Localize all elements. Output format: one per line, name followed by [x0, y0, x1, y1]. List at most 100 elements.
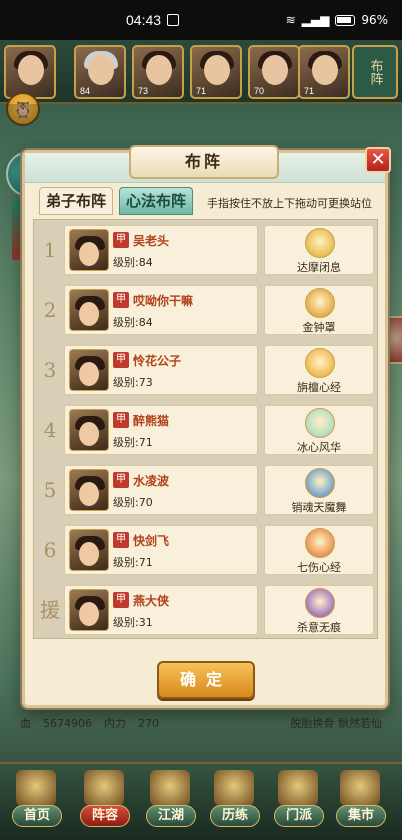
dialog-title: 布阵 — [129, 145, 279, 179]
grade-badge: 甲 — [113, 412, 129, 428]
hero-card[interactable]: 甲 醉熊猫 级别:71 — [64, 405, 258, 455]
lineup-icon[interactable] — [84, 770, 124, 806]
notification-icon — [167, 14, 180, 26]
skill-icon — [305, 588, 335, 618]
hero-slot[interactable]: 71 — [190, 45, 242, 99]
formation-row[interactable]: 6 甲 快剑飞 级别:71 七伤心经 — [36, 523, 376, 577]
hero-portrait — [69, 469, 109, 511]
level-value: 31 — [138, 616, 153, 629]
formation-row[interactable]: 援 甲 燕大侠 级别:31 杀意无痕 — [36, 583, 376, 637]
hero-level: 71 — [196, 86, 207, 96]
skill-card[interactable]: 七伤心经 — [264, 525, 374, 575]
hero-level: 级别:71 — [113, 434, 153, 450]
skill-name: 冰心风华 — [297, 441, 341, 454]
hero-portrait — [69, 289, 109, 331]
hero-slot[interactable]: 73 — [132, 45, 184, 99]
hero-name: 怜花公子 — [133, 354, 182, 368]
home-icon[interactable] — [16, 770, 56, 806]
position-number: 援 — [40, 598, 60, 622]
nav-jianghu[interactable]: 江湖 — [146, 805, 196, 827]
skill-icon — [305, 408, 335, 438]
hero-level: 84 — [80, 86, 91, 96]
hero-portrait — [312, 55, 338, 85]
hero-card[interactable]: 甲 吴老头 级别:84 — [64, 225, 258, 275]
skill-card[interactable]: 金钟罩 — [264, 285, 374, 335]
battery-percent: 96% — [361, 13, 388, 27]
formation-row[interactable]: 5 甲 水凌波 级别:70 销魂天魔舞 — [36, 463, 376, 517]
nav-sect[interactable]: 门派 — [274, 805, 324, 827]
hero-name: 燕大侠 — [133, 594, 170, 608]
hero-slot[interactable]: 70 — [248, 45, 300, 99]
level-prefix: 级别: — [113, 316, 139, 329]
skill-card[interactable]: 旃檀心经 — [264, 345, 374, 395]
wifi-icon: ≋ — [285, 13, 296, 27]
hero-portrait — [204, 55, 230, 85]
hero-level: 级别:31 — [113, 614, 153, 630]
hero-portrait — [69, 589, 109, 631]
formation-list: 1 甲 吴老头 级别:84 达摩闭息 2 甲 哎呦你干嘛 级别:84 金钟罩 3… — [33, 219, 378, 639]
grade-badge: 甲 — [113, 352, 129, 368]
sect-icon[interactable] — [278, 770, 318, 806]
market-icon[interactable] — [340, 770, 380, 806]
skill-name: 七伤心经 — [297, 561, 341, 574]
drag-hint: 手指按住不放上下拖动可更换站位 — [207, 197, 372, 210]
level-prefix: 级别: — [113, 496, 139, 509]
formation-dialog: 布阵 ✕ 弟子布阵 心法布阵 手指按住不放上下拖动可更换站位 1 甲 吴老头 级… — [22, 145, 391, 708]
signal-icon: ▂▄▆ — [301, 13, 330, 27]
hero-name: 水凌波 — [133, 474, 170, 488]
hero-level: 71 — [304, 86, 315, 96]
skill-name: 杀意无痕 — [297, 621, 341, 634]
position-number: 3 — [43, 358, 57, 382]
hero-portrait — [69, 409, 109, 451]
hero-card[interactable]: 甲 快剑飞 级别:71 — [64, 525, 258, 575]
hero-level: 级别:70 — [113, 494, 153, 510]
hero-level: 级别:84 — [113, 254, 153, 270]
hero-slot[interactable]: 71 — [298, 45, 350, 99]
grade-badge: 甲 — [113, 472, 129, 488]
position-number: 2 — [43, 298, 57, 322]
hero-card[interactable]: 甲 怜花公子 级别:73 — [64, 345, 258, 395]
tab-heart-method-formation[interactable]: 心法布阵 — [119, 187, 193, 215]
hero-card[interactable]: 甲 燕大侠 级别:31 — [64, 585, 258, 635]
close-button[interactable]: ✕ — [365, 147, 391, 173]
jianghu-icon[interactable] — [150, 770, 190, 806]
hero-portrait — [69, 529, 109, 571]
skill-card[interactable]: 销魂天魔舞 — [264, 465, 374, 515]
skill-icon — [305, 528, 335, 558]
hero-name: 吴老头 — [133, 234, 170, 248]
status-icons: ≋ ▂▄▆ 96% — [286, 13, 388, 27]
hero-slot[interactable]: 84 — [74, 45, 126, 99]
formation-row[interactable]: 3 甲 怜花公子 级别:73 旃檀心经 — [36, 343, 376, 397]
formation-row[interactable]: 1 甲 吴老头 级别:84 达摩闭息 — [36, 223, 376, 277]
nav-home[interactable]: 首页 — [12, 805, 62, 827]
hero-level: 73 — [138, 86, 149, 96]
level-value: 84 — [138, 316, 153, 329]
nav-market[interactable]: 集市 — [336, 805, 386, 827]
hero-portrait — [88, 55, 114, 85]
level-prefix: 级别: — [113, 616, 139, 629]
grade-badge: 甲 — [113, 532, 129, 548]
formation-row[interactable]: 2 甲 哎呦你干嘛 级别:84 金钟罩 — [36, 283, 376, 337]
nav-lineup[interactable]: 阵容 — [80, 805, 130, 827]
skill-icon — [305, 468, 335, 498]
skill-card[interactable]: 杀意无痕 — [264, 585, 374, 635]
hero-name: 快剑飞 — [133, 534, 170, 548]
hero-card[interactable]: 甲 哎呦你干嘛 级别:84 — [64, 285, 258, 335]
hero-slot[interactable] — [4, 45, 56, 99]
level-value: 73 — [138, 376, 153, 389]
formation-row[interactable]: 4 甲 醉熊猫 级别:71 冰心风华 — [36, 403, 376, 457]
nav-training[interactable]: 历练 — [210, 805, 260, 827]
hero-card[interactable]: 甲 水凌波 级别:70 — [64, 465, 258, 515]
skill-icon — [305, 228, 335, 258]
skill-card[interactable]: 达摩闭息 — [264, 225, 374, 275]
training-icon[interactable] — [214, 770, 254, 806]
formation-shortcut-button[interactable]: 布阵 — [352, 45, 398, 99]
tab-disciple-formation[interactable]: 弟子布阵 — [39, 187, 113, 215]
skill-card[interactable]: 冰心风华 — [264, 405, 374, 455]
position-number: 1 — [43, 238, 57, 262]
skill-name: 旃檀心经 — [297, 381, 341, 394]
position-number: 6 — [43, 538, 57, 562]
confirm-button[interactable]: 确定 — [157, 661, 255, 699]
level-prefix: 级别: — [113, 436, 139, 449]
level-prefix: 级别: — [113, 376, 139, 389]
